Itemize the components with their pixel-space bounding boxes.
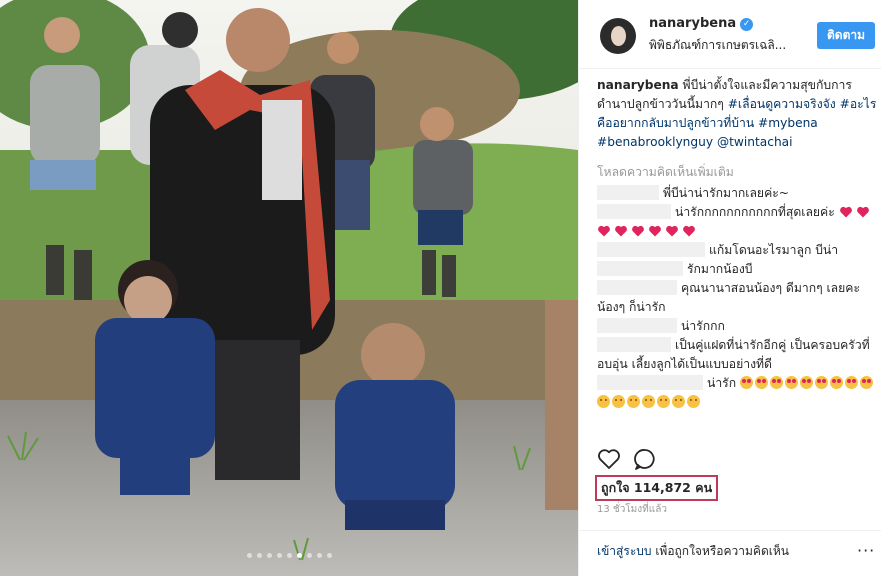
red-heart-emoji <box>632 225 644 237</box>
caption-username[interactable]: nanarybena <box>597 78 679 92</box>
carousel-dot <box>306 553 312 558</box>
smiley-emoji <box>627 395 640 408</box>
carousel-dot <box>266 553 272 558</box>
verified-badge-icon: ✓ <box>740 18 754 31</box>
comment-item: เป็นคู่แฝดที่น่ารักอีกคู่ เป็นครอบครัวที… <box>597 336 879 374</box>
smiley-emoji <box>672 395 685 408</box>
comment-item: รักมากน้องบี <box>597 260 879 279</box>
carousel-dot <box>296 553 302 558</box>
comment-item: พี่บีน่าน่ารักมากเลยค่ะ~ <box>597 184 879 203</box>
comment-text: รักมากน้องบี <box>687 262 753 276</box>
redacted-username <box>597 185 659 200</box>
redacted-username <box>597 280 677 295</box>
smiley-emoji <box>597 395 610 408</box>
comment-list: พี่บีน่าน่ารักมากเลยค่ะ~ น่ารักกกกกกกกกก… <box>597 184 879 412</box>
comment-text: พี่บีน่าน่ารักมากเลยค่ะ~ <box>663 186 789 200</box>
heart-eyes-emoji <box>754 376 768 389</box>
carousel-dot <box>276 553 282 558</box>
red-heart-emoji <box>856 206 869 218</box>
redacted-username <box>597 204 671 219</box>
heart-eyes-emoji <box>829 376 843 389</box>
carousel-indicator <box>0 553 578 558</box>
redacted-username <box>597 261 683 276</box>
username-link[interactable]: nanarybena ✓ <box>649 16 754 31</box>
heart-icon[interactable] <box>597 448 621 470</box>
post-actions <box>597 448 879 472</box>
avatar[interactable] <box>600 18 636 54</box>
comment-text: น่ารักกกกกกกกกกกที่สุดเลยค่ะ <box>675 205 835 219</box>
load-more-comments[interactable]: โหลดความคิดเห็นเพิ่มเติม <box>597 163 734 182</box>
carousel-dot <box>256 553 262 558</box>
redacted-username <box>597 337 671 352</box>
login-link[interactable]: เข้าสู่ระบบ <box>597 544 652 558</box>
heart-eyes-emoji <box>799 376 813 389</box>
heart-eyes-emoji <box>844 376 858 389</box>
smiley-emoji <box>687 395 700 408</box>
red-heart-emoji <box>615 225 627 237</box>
carousel-dot <box>316 553 322 558</box>
smiley-emoji <box>642 395 655 408</box>
comment-footer: เข้าสู่ระบบ เพื่อถูกใจหรือความคิดเห็น ··… <box>579 530 881 577</box>
carousel-dot <box>326 553 332 558</box>
comment-item: น่ารักกก <box>597 317 879 336</box>
red-heart-emoji <box>666 225 678 237</box>
red-heart-emoji <box>649 225 661 237</box>
carousel-dot <box>286 553 292 558</box>
smiley-emoji <box>657 395 670 408</box>
comment-item: แก้มโดนอะไรมาลูก บีน่า <box>597 241 879 260</box>
post-header: nanarybena ✓ พิพิธภัณฑ์การเกษตรเฉลิ... ติ… <box>579 0 881 69</box>
more-options-icon[interactable]: ··· <box>857 541 875 560</box>
heart-eyes-emoji <box>784 376 798 389</box>
login-prompt-text: เพื่อถูกใจหรือความคิดเห็น <box>651 544 789 558</box>
post-sidebar: nanarybena ✓ พิพิธภัณฑ์การเกษตรเฉลิ... ติ… <box>578 0 881 576</box>
rice-field-photo <box>0 0 578 576</box>
heart-eyes-emoji <box>814 376 828 389</box>
smiley-emoji <box>612 395 625 408</box>
hashtag-link[interactable]: #เลื่อนดูความจริงจัง <box>728 97 836 111</box>
login-prompt: เข้าสู่ระบบ เพื่อถูกใจหรือความคิดเห็น <box>597 542 789 561</box>
post-photo[interactable] <box>0 0 578 576</box>
hashtag-link[interactable]: #mybena <box>758 116 818 130</box>
location-link[interactable]: พิพิธภัณฑ์การเกษตรเฉลิ... <box>649 36 799 55</box>
redacted-username <box>597 318 677 333</box>
mention-link[interactable]: @twintachai <box>717 135 793 149</box>
post-timestamp[interactable]: 13 ชั่วโมงที่แล้ว <box>597 502 667 517</box>
follow-button[interactable]: ติดตาม <box>817 22 875 49</box>
username-text[interactable]: nanarybena <box>649 16 736 31</box>
comment-text: น่ารักกก <box>681 319 725 333</box>
comment-icon[interactable] <box>633 448 657 470</box>
red-heart-emoji <box>839 206 852 218</box>
post-caption: nanarybena พี่บีน่าตั้งใจและมีความสุขกับ… <box>597 76 879 152</box>
comment-item: น่ารักกกกกกกกกกกที่สุดเลยค่ะ <box>597 203 879 241</box>
like-count[interactable]: ถูกใจ 114,872 คน <box>595 475 719 501</box>
comment-item: คุณนานาสอนน้องๆ ดีมากๆ เลยคะ น้องๆ ก็น่า… <box>597 279 879 317</box>
comment-text: แก้มโดนอะไรมาลูก บีน่า <box>709 243 839 257</box>
red-heart-emoji <box>683 225 695 237</box>
heart-eyes-emoji <box>769 376 783 389</box>
comment-text: น่ารัก <box>707 376 737 390</box>
heart-eyes-emoji <box>739 376 753 389</box>
redacted-username <box>597 375 703 390</box>
carousel-dot <box>246 553 252 558</box>
instagram-post: nanarybena ✓ พิพิธภัณฑ์การเกษตรเฉลิ... ติ… <box>0 0 881 576</box>
comment-item: น่ารัก <box>597 374 879 412</box>
heart-eyes-emoji <box>859 376 873 389</box>
red-heart-emoji <box>598 225 610 237</box>
redacted-username <box>597 242 705 257</box>
hashtag-link[interactable]: #benabrooklynguy <box>597 135 713 149</box>
